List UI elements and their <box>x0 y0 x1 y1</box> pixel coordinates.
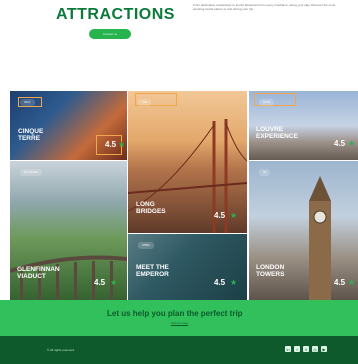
tile-cinque-terre[interactable]: ITALY CINQUE TERRE 4.5 ★ <box>10 91 127 160</box>
tile-tag: PARIS <box>259 99 275 106</box>
tile-label: LOUVRE EXPERIENCE <box>256 126 298 140</box>
page-title: ATTRACTIONS <box>56 6 175 23</box>
tile-rating: 4.5 <box>94 278 106 287</box>
tile-label: GLENFINNAN VIADUCT <box>17 266 60 280</box>
tile-london-towers[interactable]: UK LONDON TOWERS 4.5 ★ <box>249 161 358 300</box>
star-icon: ★ <box>230 211 238 220</box>
cta-title: Let us help you plan the perfect trip <box>107 309 243 318</box>
star-icon: ★ <box>348 139 356 148</box>
plan-trip-cta: Let us help you plan the perfect trip Te… <box>0 300 358 336</box>
contact-button[interactable]: Contact us <box>89 29 131 39</box>
tile-louvre[interactable]: PARIS LOUVRE EXPERIENCE 4.5 ★ <box>249 91 358 160</box>
tile-label: MEET THE EMPEROR <box>136 264 169 278</box>
star-icon: ★ <box>110 278 118 287</box>
tile-glenfinnan[interactable]: SCOTLAND GLENFINNAN VIADUCT 4.5 ★ <box>10 161 127 300</box>
tile-label: LONDON TOWERS <box>256 264 285 278</box>
facebook-icon[interactable]: f <box>294 346 300 352</box>
footer: © All rights reserved. in f X ◎ ▶ <box>0 336 358 364</box>
tile-rating: 4.5 <box>105 140 117 149</box>
x-icon[interactable]: X <box>303 346 309 352</box>
tile-label: CINQUE TERRE <box>18 128 44 142</box>
star-icon: ★ <box>118 140 126 149</box>
tile-rating: 4.5 <box>214 278 226 287</box>
instagram-icon[interactable]: ◎ <box>312 346 318 352</box>
youtube-icon[interactable]: ▶ <box>321 346 327 352</box>
intro-text: From destination wanderings to tourist a… <box>193 3 336 12</box>
tile-tag: ITALY <box>20 99 35 106</box>
tile-long-bridges[interactable]: USA LONG BRIDGES 4.5 ★ <box>128 91 247 233</box>
tell-me-more-link[interactable]: Tell me more <box>171 321 188 325</box>
attractions-grid: ITALY CINQUE TERRE 4.5 ★ USA LONG BRIDGE… <box>0 86 358 300</box>
star-icon: ★ <box>348 278 356 287</box>
attractions-header: ATTRACTIONS Contact us From destination … <box>0 0 358 80</box>
tile-rating: 4.5 <box>334 278 346 287</box>
tile-tag: CHINA <box>138 242 154 249</box>
tile-rating: 4.5 <box>214 211 226 220</box>
linkedin-icon[interactable]: in <box>285 346 291 352</box>
star-icon: ★ <box>230 278 238 287</box>
tile-label: LONG BRIDGES <box>136 201 166 215</box>
tile-rating: 4.5 <box>334 139 346 148</box>
tile-meet-the-emperor[interactable]: CHINA MEET THE EMPEROR 4.5 ★ <box>128 234 247 300</box>
copyright-text: © All rights reserved. <box>47 348 75 352</box>
social-links: in f X ◎ ▶ <box>285 346 327 352</box>
